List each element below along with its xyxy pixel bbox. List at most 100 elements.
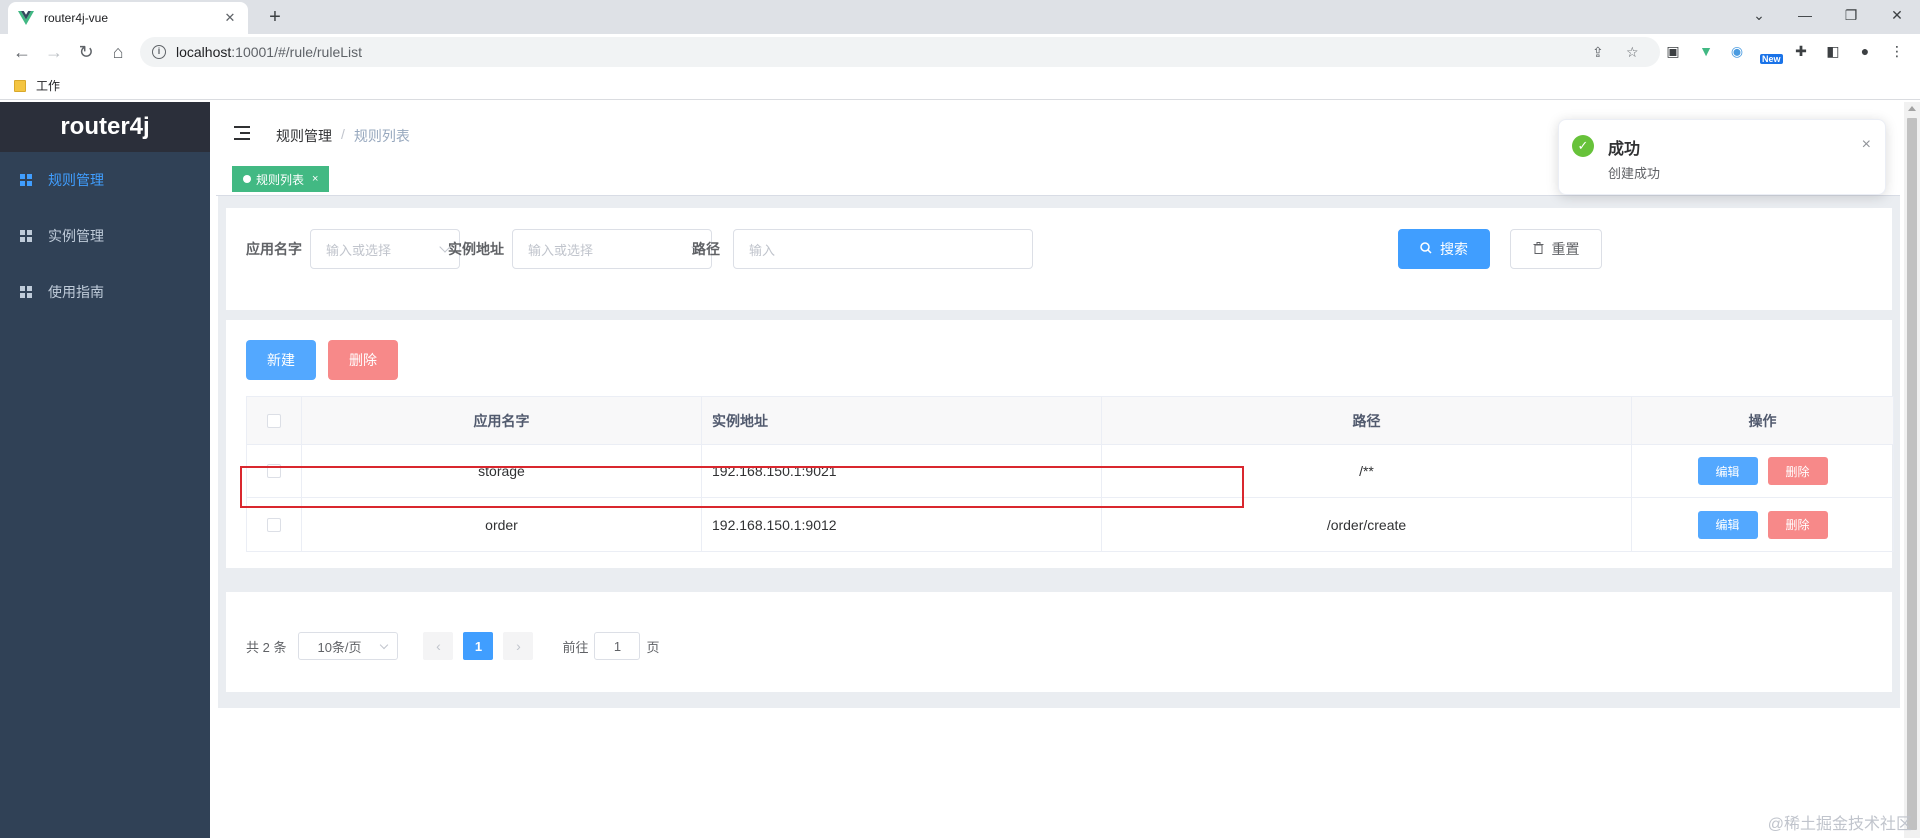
chevron-left-icon: ‹	[436, 638, 441, 654]
active-dot-icon	[243, 175, 251, 183]
watermark: @稀土掘金技术社区	[1767, 816, 1912, 833]
side-panel-icon[interactable]: ◧	[1824, 42, 1842, 60]
next-page-button[interactable]: ›	[503, 632, 534, 660]
trash-icon	[1533, 241, 1544, 257]
bookmark-label: 工作	[36, 79, 61, 93]
tab-close-icon[interactable]: ✕	[222, 10, 238, 26]
checkbox[interactable]	[267, 413, 281, 428]
tag-rule-list[interactable]: 规则列表 ×	[232, 166, 330, 192]
back-icon[interactable]: ←	[10, 40, 34, 64]
dashboard-grid-icon	[20, 174, 32, 186]
page-scrollbar[interactable]	[1904, 102, 1920, 838]
edit-button[interactable]: 编辑	[1697, 510, 1758, 539]
chevron-down-icon	[380, 640, 389, 650]
goto-prefix: 前往	[562, 639, 589, 655]
prev-page-button[interactable]: ‹	[423, 632, 454, 660]
app-name-placeholder: 输入或选择	[326, 242, 392, 258]
sidebar-item-guide[interactable]: 使用指南	[0, 264, 210, 320]
sidebar-item-instances[interactable]: 实例管理	[0, 208, 210, 264]
extensions-puzzle-icon[interactable]: ✚	[1792, 42, 1810, 60]
chevron-right-icon: ›	[516, 638, 521, 654]
home-icon[interactable]: ⌂	[106, 40, 130, 64]
profile-icon[interactable]: ●	[1856, 42, 1874, 60]
page-size-select[interactable]: 10条/页	[298, 632, 399, 660]
breadcrumb-separator: /	[341, 126, 345, 142]
search-card: 应用名字 输入或选择 实例地址 输入或选择 路径 输入 搜索 重置	[226, 208, 1892, 310]
breadcrumb-item-rules[interactable]: 规则管理	[276, 126, 332, 146]
cell-instance-address: 192.168.150.1:9021	[702, 445, 1102, 497]
bookmark-star-icon[interactable]: ☆	[1626, 37, 1639, 67]
tag-close-icon[interactable]: ×	[312, 173, 318, 185]
scrollbar-thumb[interactable]	[1907, 118, 1917, 830]
address-bar[interactable]: i localhost:10001/#/rule/ruleList ⇪ ☆	[140, 37, 1660, 67]
page-number-button[interactable]: 1	[463, 632, 494, 660]
extension-circle-icon[interactable]: ◉	[1728, 42, 1746, 60]
brand-logo[interactable]: router4j	[0, 102, 210, 152]
app-root: router4j 规则管理 实例管理 使用指南 规则管理 / 规则列表 规则列表…	[0, 102, 1920, 838]
app-name-select[interactable]: 输入或选择	[310, 229, 460, 269]
header-select-all[interactable]	[247, 397, 302, 444]
site-info-icon[interactable]: i	[152, 45, 166, 59]
search-button[interactable]: 搜索	[1398, 229, 1490, 269]
delete-button[interactable]: 删除	[1767, 510, 1828, 539]
reset-button[interactable]: 重置	[1510, 229, 1602, 269]
window-close-icon[interactable]: ✕	[1874, 0, 1920, 30]
browser-tab[interactable]: router4j-vue ✕	[8, 2, 248, 34]
instance-address-select[interactable]: 输入或选择	[512, 229, 712, 269]
create-button[interactable]: 新建	[246, 340, 316, 380]
path-input[interactable]: 输入	[733, 229, 1033, 269]
folder-icon	[14, 79, 26, 92]
scroll-up-icon[interactable]	[1908, 106, 1916, 111]
address-url[interactable]: localhost:10001/#/rule/ruleList	[176, 44, 362, 60]
vue-devtools-icon[interactable]: ▼	[1697, 42, 1715, 60]
cell-path: /**	[1102, 445, 1632, 497]
table-row: order 192.168.150.1:9012 /order/create 编…	[247, 498, 1893, 551]
url-host: localhost	[176, 44, 232, 60]
reload-icon[interactable]: ↻	[74, 40, 98, 64]
rules-table: 应用名字 实例地址 路径 操作 storage 192.168.150.1:90…	[246, 396, 1894, 552]
url-path: :10001/#/rule/ruleList	[231, 44, 363, 60]
share-icon[interactable]: ⇪	[1592, 37, 1604, 67]
extension-new-icon[interactable]: New	[1760, 42, 1786, 64]
edit-button[interactable]: 编辑	[1697, 457, 1758, 485]
goto-page-input[interactable]: 1	[594, 632, 641, 660]
page-size-value: 10条/页	[317, 639, 362, 655]
bookmark-folder[interactable]: 工作	[14, 77, 60, 94]
notification-title: 成功	[1608, 141, 1641, 158]
tab-search-icon[interactable]: ⌄	[1736, 0, 1782, 30]
delete-button[interactable]: 删除	[1767, 457, 1828, 485]
minimize-icon[interactable]: —	[1782, 0, 1828, 30]
sidebar-item-rules[interactable]: 规则管理	[0, 152, 210, 208]
cell-instance-address: 192.168.150.1:9012	[702, 498, 1102, 551]
new-tab-icon[interactable]: +	[262, 5, 288, 31]
forward-icon[interactable]: →	[42, 40, 66, 64]
goto-suffix: 页	[646, 639, 660, 655]
app-name-label: 应用名字	[246, 241, 302, 257]
header-path: 路径	[1102, 397, 1632, 444]
cell-app-name: order	[302, 498, 702, 551]
restore-icon[interactable]: ❐	[1828, 0, 1874, 30]
success-notification: ✓ 成功 创建成功 ×	[1558, 119, 1886, 195]
path-label: 路径	[692, 241, 720, 257]
browser-tabstrip: router4j-vue ✕ + ⌄ — ❐ ✕	[0, 0, 1920, 34]
reset-button-label: 重置	[1551, 241, 1580, 257]
cell-actions: 编辑 删除	[1632, 445, 1893, 497]
tag-label: 规则列表	[256, 172, 305, 187]
more-menu-icon[interactable]: ⋮	[1888, 42, 1906, 60]
extension-toolbox-icon[interactable]: ▣	[1664, 42, 1682, 60]
row-select[interactable]	[247, 498, 302, 551]
instance-address-label: 实例地址	[448, 241, 504, 257]
delete-selected-button[interactable]: 删除	[328, 340, 398, 380]
table-row: storage 192.168.150.1:9021 /** 编辑 删除	[247, 445, 1893, 498]
row-select[interactable]	[247, 445, 302, 497]
hamburger-icon[interactable]	[234, 126, 250, 140]
bookmarks-bar: 工作	[0, 70, 1920, 100]
table-card: 新建 删除 应用名字 实例地址 路径 操作 storage 192.168.15…	[226, 320, 1894, 568]
sidebar-item-label: 实例管理	[48, 228, 104, 244]
table-header-row: 应用名字 实例地址 路径 操作	[247, 397, 1893, 445]
notification-close-icon[interactable]: ×	[1862, 136, 1871, 154]
pagination-total: 共 2 条	[246, 639, 287, 655]
checkbox[interactable]	[267, 517, 281, 532]
checkbox[interactable]	[267, 464, 281, 478]
search-button-label: 搜索	[1440, 241, 1468, 257]
